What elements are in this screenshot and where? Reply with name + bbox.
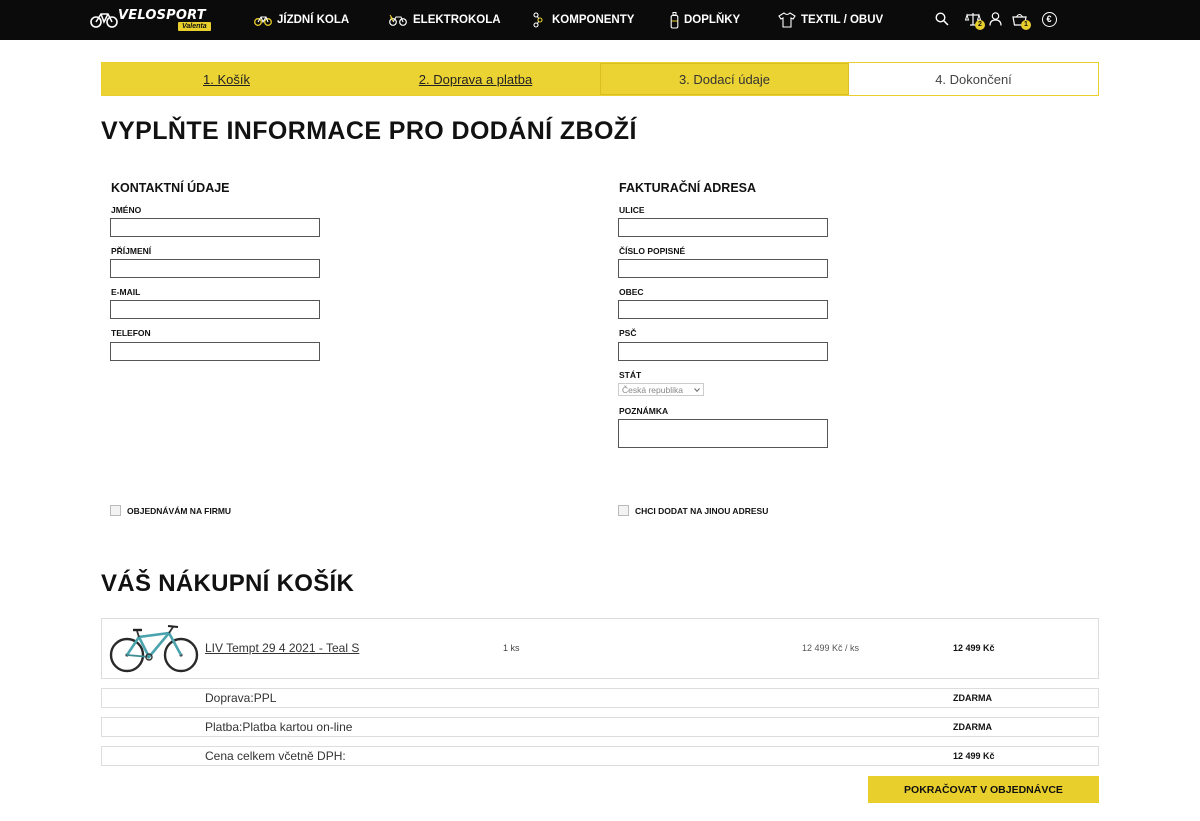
brand-tagline: Valenta: [178, 22, 211, 31]
last-name-label: Příjmení: [111, 246, 152, 256]
shipping-value: ZDARMA: [953, 693, 992, 703]
product-unit-price: 12 499 Kč / ks: [802, 643, 860, 653]
country-label: Stát: [619, 370, 642, 380]
payment-row: Platba:Platba kartou on-line ZDARMA: [101, 717, 1099, 737]
city-input[interactable]: [618, 300, 828, 319]
grand-total-label: Cena celkem včetně DPH:: [205, 749, 346, 763]
shipping-label: Doprava:PPL: [205, 691, 277, 705]
account-button[interactable]: [985, 9, 1005, 29]
bicycle-icon: [254, 16, 272, 26]
city-label: Obec: [619, 287, 644, 297]
company-order-checkbox[interactable]: [110, 505, 121, 516]
tshirt-icon: [778, 12, 796, 28]
grand-total-row: Cena celkem včetně DPH: 12 499 Kč: [101, 746, 1099, 766]
product-name-link[interactable]: LIV Tempt 29 4 2021 - Teal S: [205, 641, 359, 655]
email-label: E-mail: [111, 287, 141, 297]
first-name-label: Jméno: [111, 205, 142, 215]
currency-switcher[interactable]: €: [1039, 9, 1059, 29]
step-finish: 4. Dokončení: [849, 63, 1098, 95]
nav-components-label: Komponenty: [552, 14, 635, 26]
contact-section-title: Kontaktní údaje: [111, 181, 230, 195]
step-delivery-details-label: 3. Dodací údaje: [678, 71, 771, 87]
search-icon: [935, 12, 949, 26]
step-delivery-details: 3. Dodací údaje: [600, 63, 849, 95]
email-input[interactable]: [110, 300, 320, 319]
chain-icon: [533, 12, 543, 28]
chevron-down-icon: [694, 387, 700, 392]
billing-section-title: Fakturační adresa: [619, 181, 757, 195]
last-name-input[interactable]: [110, 259, 320, 278]
bottle-icon: [670, 11, 679, 29]
street-input[interactable]: [618, 218, 828, 237]
first-name-input[interactable]: [110, 218, 320, 237]
currency-symbol: €: [1046, 14, 1052, 24]
compare-count-badge: 2: [975, 20, 985, 30]
nav-apparel-label: Textil / obuv: [801, 14, 884, 26]
product-image[interactable]: [105, 621, 201, 677]
nav-bikes[interactable]: Jízdní kola: [254, 11, 349, 29]
step-cart[interactable]: 1. Košík: [102, 63, 351, 95]
country-select-value: Česká republika: [622, 384, 683, 395]
zip-label: PSČ: [619, 328, 637, 338]
nav-apparel[interactable]: Textil / obuv: [778, 11, 883, 29]
nav-accessories-label: Doplňky: [684, 14, 741, 26]
nav-ebikes-label: Elektrokola: [413, 14, 501, 26]
note-textarea[interactable]: [618, 419, 828, 448]
company-order-label: Objednávám na firmu: [127, 505, 232, 516]
note-label: Poznámka: [619, 406, 669, 416]
cart-product-row: LIV Tempt 29 4 2021 - Teal S 1 ks 12 499…: [101, 618, 1099, 679]
shipping-row: Doprava:PPL ZDARMA: [101, 688, 1099, 708]
checkout-steps: 1. Košík 2. Doprava a platba 3. Dodací ú…: [101, 62, 1099, 96]
grand-total-value: 12 499 Kč: [953, 751, 995, 761]
step-finish-label: 4. Dokončení: [935, 71, 1012, 87]
nav-components[interactable]: Komponenty: [533, 11, 634, 29]
user-icon: [988, 12, 1002, 26]
step-cart-label: 1. Košík: [203, 71, 250, 87]
cart-button[interactable]: 1: [1009, 9, 1031, 30]
other-address-label: Chci dodat na jinou adresu: [635, 505, 769, 516]
top-navigation-bar: VELOSPORT Valenta Jízdní kola Elektrokol…: [0, 0, 1200, 40]
step-shipping-payment-label: 2. Doprava a platba: [418, 71, 533, 87]
other-address-checkbox[interactable]: [618, 505, 629, 516]
payment-label: Platba:Platba kartou on-line: [205, 720, 353, 734]
search-button[interactable]: [932, 9, 952, 29]
brand-name: VELOSPORT: [118, 8, 206, 23]
phone-input[interactable]: [110, 342, 320, 361]
brand-logo[interactable]: VELOSPORT Valenta: [90, 7, 212, 33]
other-address-option[interactable]: Chci dodat na jinou adresu: [618, 505, 768, 516]
nav-ebikes[interactable]: Elektrokola: [388, 11, 501, 29]
page-title: Vyplňte informace pro dodání zboží: [101, 117, 637, 145]
house-number-input[interactable]: [618, 259, 828, 278]
payment-value: ZDARMA: [953, 722, 992, 732]
cart-count-badge: 1: [1021, 20, 1031, 30]
cart-title: Váš nákupní košík: [101, 570, 355, 597]
company-order-option[interactable]: Objednávám na firmu: [110, 505, 231, 516]
country-select[interactable]: Česká republika: [618, 383, 704, 396]
nav-bikes-label: Jízdní kola: [277, 14, 350, 26]
product-quantity: 1 ks: [503, 643, 520, 653]
phone-label: Telefon: [111, 328, 151, 338]
street-label: Ulice: [619, 205, 645, 215]
house-number-label: Číslo popisné: [619, 246, 686, 256]
euro-icon: €: [1041, 11, 1057, 27]
bicycle-logo-icon: [90, 13, 118, 28]
product-total-price: 12 499 Kč: [953, 643, 995, 653]
continue-order-button[interactable]: Pokračovat v objednávce: [868, 776, 1099, 803]
ebike-icon: [389, 14, 407, 26]
compare-button[interactable]: 2: [963, 9, 985, 30]
step-shipping-payment[interactable]: 2. Doprava a platba: [351, 63, 600, 95]
zip-input[interactable]: [618, 342, 828, 361]
nav-accessories[interactable]: Doplňky: [670, 11, 740, 29]
